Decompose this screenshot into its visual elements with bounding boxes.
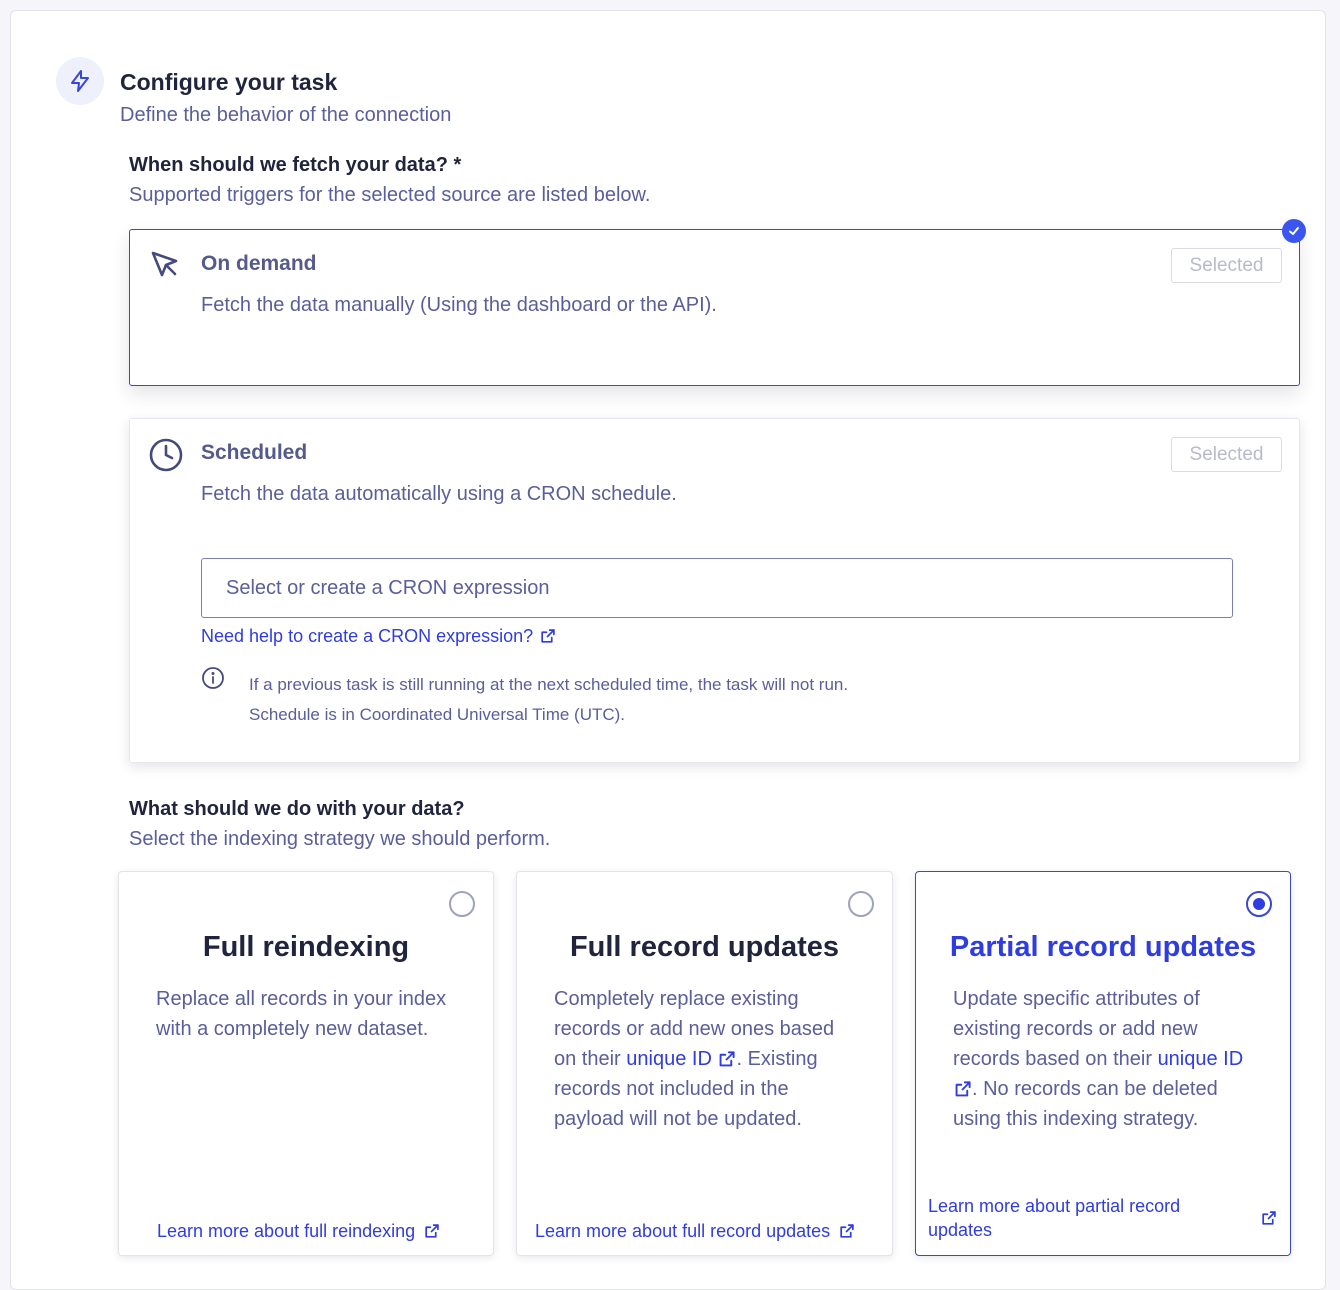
learn-more-link[interactable]: Learn more about partial record updates <box>928 1194 1277 1242</box>
unique-id-link[interactable]: unique ID <box>626 1048 736 1070</box>
card-description: Fetch the data manually (Using the dashb… <box>201 294 717 316</box>
selected-check-icon <box>1282 219 1306 243</box>
learn-more-label: Learn more about partial record updates <box>928 1196 1181 1240</box>
fetch-question: When should we fetch your data? * <box>129 154 462 176</box>
external-link-icon <box>425 1224 439 1238</box>
learn-more-label: Learn more about full record updates <box>535 1221 831 1241</box>
strategy-card-full-record-updates[interactable]: Full record updates Completely replace e… <box>516 871 893 1256</box>
strategy-radio[interactable] <box>848 891 874 917</box>
trigger-card-scheduled[interactable]: Scheduled Fetch the data automatically u… <box>129 418 1300 763</box>
strategy-title: Partial record updates <box>949 931 1257 963</box>
cron-help-label: Need help to create a CRON expression? <box>201 626 534 646</box>
selected-button[interactable]: Selected <box>1171 437 1282 472</box>
learn-more-link[interactable]: Learn more about full record updates <box>535 1221 872 1242</box>
info-text: If a previous task is still running at t… <box>249 675 849 694</box>
strategy-question: What should we do with your data? <box>129 798 465 820</box>
lightning-icon <box>56 57 104 105</box>
card-title: On demand <box>201 252 317 275</box>
info-text: Schedule is in Coordinated Universal Tim… <box>249 705 626 724</box>
external-link-icon <box>541 629 555 643</box>
cursor-arrow-icon <box>148 248 184 284</box>
card-title: Scheduled <box>201 441 308 464</box>
info-icon <box>201 666 225 690</box>
external-link-icon <box>720 1051 736 1067</box>
section-subtitle: Define the behavior of the connection <box>120 104 452 126</box>
clock-icon <box>148 437 184 473</box>
strategy-card-full-reindexing[interactable]: Full reindexing Replace all records in y… <box>118 871 494 1256</box>
section-title: Configure your task <box>120 69 338 95</box>
trigger-card-on-demand[interactable]: On demand Fetch the data manually (Using… <box>129 219 1306 386</box>
strategy-radio[interactable] <box>1246 891 1272 917</box>
strategy-hint: Select the indexing strategy we should p… <box>129 828 551 850</box>
fetch-hint: Supported triggers for the selected sour… <box>129 184 651 206</box>
strategy-description: Replace all records in your index with a… <box>156 988 447 1040</box>
strategy-description: Update specific attributes of existing r… <box>953 984 1254 1134</box>
strategy-description: Completely replace existing records or a… <box>554 988 835 1130</box>
selected-button[interactable]: Selected <box>1171 248 1282 283</box>
card-description: Fetch the data automatically using a CRO… <box>201 483 677 505</box>
strategy-title: Full record updates <box>569 931 840 963</box>
external-link-icon <box>1262 1210 1276 1225</box>
strategy-radio[interactable] <box>449 891 475 917</box>
external-link-icon <box>955 1081 971 1097</box>
learn-more-link[interactable]: Learn more about full reindexing <box>157 1221 473 1242</box>
learn-more-label: Learn more about full reindexing <box>157 1221 416 1241</box>
configure-task-panel: Configure your task Define the behavior … <box>10 10 1326 1290</box>
strategy-title: Full reindexing <box>202 931 410 963</box>
cron-help-link[interactable]: Need help to create a CRON expression? <box>201 626 556 647</box>
external-link-icon <box>840 1224 854 1238</box>
cron-expression-input[interactable] <box>201 558 1233 618</box>
strategy-card-partial-record-updates[interactable]: Partial record updates Update specific a… <box>915 871 1291 1256</box>
